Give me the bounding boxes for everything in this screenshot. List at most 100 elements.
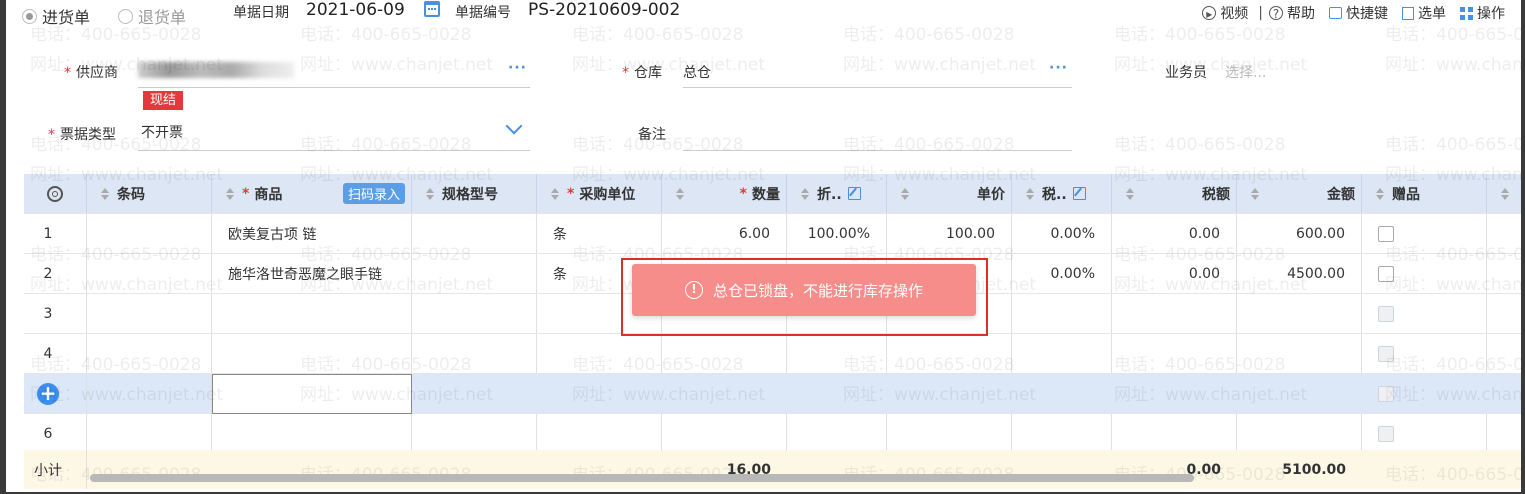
column-settings-button[interactable] [24,174,87,213]
cell-gift[interactable] [1362,254,1487,293]
cell-discount[interactable] [787,414,887,453]
cell-product[interactable] [212,294,412,333]
cell-price[interactable] [887,414,1012,453]
cell-amount[interactable]: 600.00 [1237,214,1362,253]
col-tax-rate[interactable]: 税.. [1012,174,1112,213]
cell-spec[interactable] [412,214,537,253]
cell-barcode[interactable] [87,294,212,333]
cell-unit[interactable] [537,414,662,453]
cell-qty[interactable] [662,374,787,413]
cell-tax-rate[interactable]: 0.00% [1012,214,1112,253]
horizontal-scrollbar[interactable] [90,474,1194,482]
cell-barcode[interactable] [87,414,212,453]
remark-input[interactable] [683,150,1072,151]
cell-tax-rate[interactable] [1012,374,1112,413]
scan-entry-button[interactable]: 扫码录入 [342,183,405,204]
cell-product[interactable]: 施华洛世奇恶魔之眼手链 [212,254,412,293]
table-row[interactable]: 6 [24,414,1525,454]
cell-qty[interactable] [662,334,787,373]
gift-checkbox[interactable] [1378,265,1394,282]
cell-tax[interactable] [1112,374,1237,413]
product-edit-input[interactable] [212,374,412,414]
gift-checkbox[interactable] [1378,425,1394,442]
col-spec[interactable]: 规格型号 [412,174,537,213]
cell-spec[interactable] [412,294,537,333]
cell-unit[interactable] [537,334,662,373]
cell-price[interactable]: 100.00 [887,214,1012,253]
cell-spec[interactable] [412,374,537,413]
col-amount[interactable]: 金额 [1237,174,1362,213]
cell-gift[interactable] [1362,294,1487,333]
table-row[interactable]: 4 [24,334,1525,374]
chevron-down-icon[interactable] [505,117,523,135]
cell-tax[interactable] [1112,414,1237,453]
cell-qty[interactable] [662,414,787,453]
col-tax[interactable]: 税额 [1112,174,1237,213]
cell-tax[interactable]: 0.00 [1112,254,1237,293]
cell-tax-rate[interactable]: 0.00% [1012,254,1112,293]
cell-gift[interactable] [1362,334,1487,373]
cell-gift[interactable] [1362,414,1487,453]
col-barcode[interactable]: 条码 [87,174,212,213]
cell-price[interactable] [887,374,1012,413]
cell-product[interactable]: 欧美复古项 链 [212,214,412,253]
cell-spec[interactable] [412,414,537,453]
cell-gift[interactable] [1362,214,1487,253]
cell-tax[interactable]: 0.00 [1112,214,1237,253]
cell-discount[interactable]: 100.00% [787,214,887,253]
cell-barcode[interactable] [87,374,212,413]
col-product[interactable]: * 商品 扫码录入 [212,174,412,213]
calendar-icon[interactable] [424,1,440,17]
cell-tax-rate[interactable] [1012,334,1112,373]
cell-barcode[interactable] [87,214,212,253]
cell-product[interactable] [212,414,412,453]
col-unit[interactable]: * 采购单位 [537,174,662,213]
supplier-more-button[interactable]: ··· [508,60,527,76]
gift-checkbox[interactable] [1378,385,1394,402]
cell-spec[interactable] [412,254,537,293]
select-order-button[interactable]: 选单 [1402,3,1446,23]
gift-checkbox[interactable] [1378,345,1394,362]
invoice-type-select[interactable]: 不开票 [141,122,183,142]
cell-discount[interactable] [787,374,887,413]
cell-barcode[interactable] [87,254,212,293]
cell-discount[interactable] [787,334,887,373]
table-row-selected[interactable]: + [24,374,1525,414]
radio-purchase-order[interactable]: 进货单 [22,4,90,28]
col-more[interactable] [1487,174,1525,213]
cell-tax-rate[interactable] [1012,414,1112,453]
table-row[interactable]: 1 欧美复古项 链 条 6.00 100.00% 100.00 0.00% 0.… [24,214,1525,254]
cell-price[interactable] [887,334,1012,373]
radio-return-order[interactable]: 退货单 [118,4,186,28]
cell-amount[interactable] [1237,374,1362,413]
cell-amount[interactable] [1237,414,1362,453]
salesperson-input[interactable]: 选择... [1225,62,1266,82]
add-row-button[interactable]: + [37,382,59,405]
col-gift[interactable]: 赠品 [1362,174,1487,213]
cell-product[interactable] [212,334,412,373]
cell-unit[interactable] [537,374,662,413]
gift-checkbox[interactable] [1378,225,1394,242]
date-value[interactable]: 2021-06-09 [306,0,405,20]
edit-icon[interactable] [1072,187,1086,200]
col-price[interactable]: 单价 [887,174,1012,213]
cell-amount[interactable]: 4500.00 [1237,254,1362,293]
cell-amount[interactable] [1237,334,1362,373]
supplier-value-blurred[interactable] [138,62,294,78]
cell-tax-rate[interactable] [1012,294,1112,333]
cell-gift[interactable] [1362,374,1487,413]
col-discount[interactable]: 折.. [787,174,887,213]
col-qty[interactable]: * 数量 [662,174,787,213]
operations-button[interactable]: 操作 [1460,3,1505,23]
cell-unit[interactable]: 条 [537,214,662,253]
help-button[interactable]: ? 帮助 [1269,3,1315,23]
warehouse-more-button[interactable]: ··· [1049,60,1068,76]
cell-tax[interactable] [1112,294,1237,333]
shortcut-button[interactable]: 快捷键 [1329,3,1388,23]
edit-icon[interactable] [847,187,861,200]
cell-spec[interactable] [412,334,537,373]
gift-checkbox[interactable] [1378,305,1394,322]
video-button[interactable]: ▸ 视频 [1202,3,1248,23]
cell-tax[interactable] [1112,334,1237,373]
cell-barcode[interactable] [87,334,212,373]
